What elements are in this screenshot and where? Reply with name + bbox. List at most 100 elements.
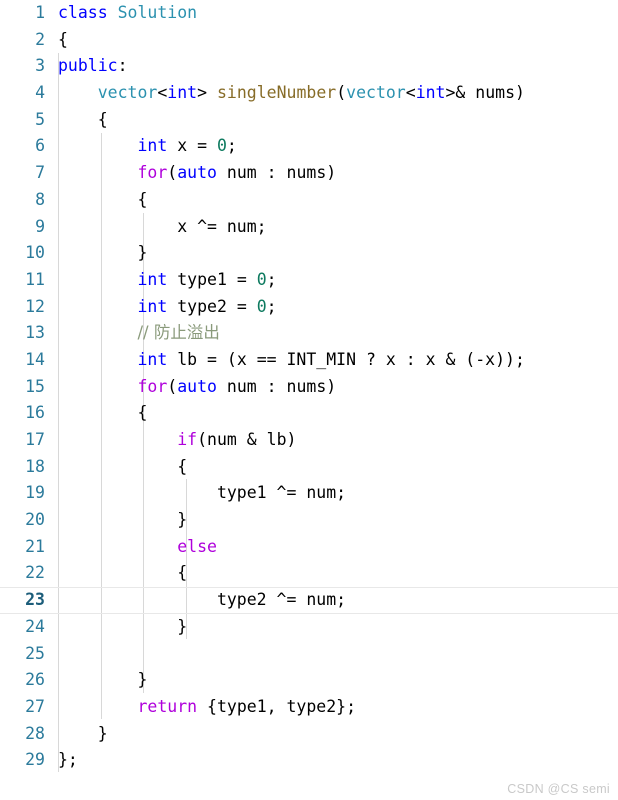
token-plain: num : nums)	[216, 376, 337, 396]
line-number: 4	[35, 83, 45, 103]
line-content[interactable]: return {type1, type2};	[58, 694, 356, 721]
code-line[interactable]: 27 return {type1, type2};	[0, 694, 618, 721]
token-kw: int	[137, 269, 168, 289]
line-content[interactable]: }	[58, 240, 147, 267]
code-line[interactable]: 9 x ^= num;	[0, 214, 618, 241]
line-number: 24	[25, 616, 45, 636]
code-line[interactable]: 15 for(auto num : nums)	[0, 374, 618, 401]
token-cmt: // 防止溢出	[137, 323, 220, 343]
line-content[interactable]: {	[58, 560, 187, 587]
line-content[interactable]: public:	[58, 53, 128, 80]
line-content[interactable]: int type1 = 0;	[58, 267, 276, 294]
token-plain: (	[167, 163, 178, 183]
token-kw: int	[415, 83, 446, 103]
token-plain: <	[157, 83, 168, 103]
code-line[interactable]: 21 else	[0, 534, 618, 561]
code-line[interactable]: 23 type2 ^= num;	[0, 587, 618, 614]
line-content[interactable]: vector<int> singleNumber(vector<int>& nu…	[58, 80, 525, 107]
token-plain: {	[58, 109, 108, 129]
token-num: 0	[256, 296, 267, 316]
line-content[interactable]: else	[58, 534, 217, 561]
token-kw: public	[58, 56, 118, 76]
line-content[interactable]: }	[58, 507, 187, 534]
line-content[interactable]: // 防止溢出	[58, 320, 220, 347]
code-line[interactable]: 16 {	[0, 400, 618, 427]
token-plain: type1 ^= num;	[58, 483, 347, 503]
token-plain: {type1, type2};	[197, 696, 357, 716]
token-plain: {	[58, 189, 148, 209]
token-ctl: for	[137, 376, 168, 396]
token-plain: }	[58, 670, 148, 690]
line-number: 12	[25, 296, 45, 316]
code-line[interactable]: 14 int lb = (x == INT_MIN ? x : x & (-x)…	[0, 347, 618, 374]
code-line[interactable]: 11 int type1 = 0;	[0, 267, 618, 294]
line-content[interactable]: int type2 = 0;	[58, 294, 276, 321]
line-content[interactable]: {	[58, 107, 108, 134]
line-number: 13	[25, 323, 45, 343]
line-content[interactable]: {	[58, 400, 147, 427]
token-plain: };	[58, 750, 78, 770]
line-content[interactable]: }	[58, 667, 147, 694]
line-content[interactable]: type1 ^= num;	[58, 480, 346, 507]
token-plain: num : nums)	[216, 163, 337, 183]
code-line[interactable]: 17 if(num & lb)	[0, 427, 618, 454]
line-number: 6	[35, 136, 45, 156]
line-number: 21	[25, 536, 45, 556]
line-number: 10	[25, 243, 45, 263]
line-content[interactable]: int lb = (x == INT_MIN ? x : x & (-x));	[58, 347, 524, 374]
token-plain: }	[58, 723, 108, 743]
line-number: 26	[25, 670, 45, 690]
code-line[interactable]: 6 int x = 0;	[0, 133, 618, 160]
code-line[interactable]: 13 // 防止溢出	[0, 320, 618, 347]
line-number: 16	[25, 403, 45, 423]
line-number: 5	[35, 109, 45, 129]
token-fn: singleNumber	[216, 83, 337, 103]
code-line[interactable]: 22 {	[0, 560, 618, 587]
token-kw: int	[137, 349, 168, 369]
code-line[interactable]: 20 }	[0, 507, 618, 534]
line-content[interactable]: }	[58, 721, 108, 748]
code-line[interactable]: 1 class Solution	[0, 0, 618, 27]
code-line[interactable]: 4 vector<int> singleNumber(vector<int>& …	[0, 80, 618, 107]
line-content[interactable]: {	[58, 187, 147, 214]
line-content[interactable]: for(auto num : nums)	[58, 160, 336, 187]
line-content[interactable]: }	[58, 614, 187, 641]
line-content[interactable]: {	[58, 454, 187, 481]
code-editor[interactable]: 1 class Solution 2{3 public: 4 vector<int> s…	[0, 0, 618, 800]
code-lines-container[interactable]: 1 class Solution 2{3 public: 4 vector<int> s…	[0, 0, 618, 774]
token-plain: type2 ^= num;	[58, 590, 347, 610]
line-content[interactable]: class Solution	[58, 0, 197, 27]
code-line[interactable]: 12 int type2 = 0;	[0, 294, 618, 321]
code-line[interactable]: 5 {	[0, 107, 618, 134]
code-line[interactable]: 7 for(auto num : nums)	[0, 160, 618, 187]
code-line[interactable]: 28 }	[0, 721, 618, 748]
token-plain: }	[58, 616, 188, 636]
token-plain: }	[58, 510, 188, 530]
line-content[interactable]: if(num & lb)	[58, 427, 296, 454]
line-content[interactable]: };	[58, 747, 78, 774]
code-line[interactable]: 2{	[0, 27, 618, 54]
code-line[interactable]: 18 {	[0, 454, 618, 481]
token-plain: type1 =	[167, 269, 257, 289]
code-line[interactable]: 25	[0, 641, 618, 668]
code-line[interactable]: 26 }	[0, 667, 618, 694]
code-line[interactable]: 10 }	[0, 240, 618, 267]
line-content[interactable]: {	[58, 27, 68, 54]
token-ctl: return	[137, 696, 198, 716]
line-content[interactable]: for(auto num : nums)	[58, 374, 336, 401]
code-line[interactable]: 29};	[0, 747, 618, 774]
token-type: vector	[346, 83, 406, 103]
code-line[interactable]: 24 }	[0, 614, 618, 641]
line-content[interactable]: int x = 0;	[58, 133, 236, 160]
line-content[interactable]: x ^= num;	[58, 214, 266, 241]
line-content[interactable]: type2 ^= num;	[58, 587, 346, 614]
token-plain: x =	[167, 136, 217, 156]
code-line[interactable]: 3 public:	[0, 53, 618, 80]
code-line[interactable]: 19 type1 ^= num;	[0, 480, 618, 507]
token-plain: type2 =	[167, 296, 257, 316]
code-line[interactable]: 8 {	[0, 187, 618, 214]
